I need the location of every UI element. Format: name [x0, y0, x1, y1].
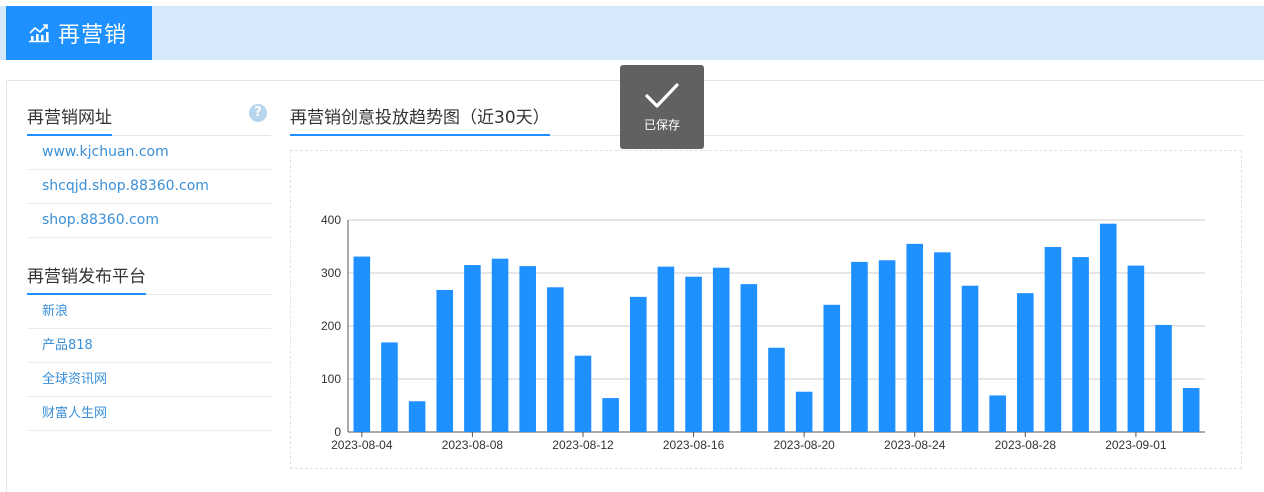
bar: [602, 398, 619, 432]
bar: [657, 266, 675, 432]
x-tick-label: 2023-08-16: [663, 438, 725, 452]
url-link[interactable]: shop.88360.com: [27, 204, 271, 237]
bar: [519, 266, 536, 432]
chart-title: 再营销创意投放趋势图（近30天）: [290, 103, 550, 136]
sidebar: 再营销网址 ? www.kjchuan.com shcqjd.shop.8836…: [27, 99, 271, 431]
bar: [795, 391, 813, 432]
bar: [1155, 324, 1172, 432]
x-tick-label: 2023-09-01: [1105, 438, 1167, 452]
bar: [934, 252, 951, 432]
list-item: 全球资讯网: [27, 363, 271, 397]
list-item: www.kjchuan.com: [27, 136, 271, 170]
bar: [353, 256, 371, 432]
bar: [878, 260, 896, 432]
platform-link[interactable]: 财富人生网: [27, 397, 271, 430]
bar: [1017, 293, 1034, 432]
toast-message: 已保存: [643, 118, 680, 132]
saved-toast: 已保存: [620, 65, 704, 149]
bar: [768, 347, 785, 432]
chart-header: 再营销创意投放趋势图（近30天）: [290, 99, 1243, 136]
url-section-title: 再营销网址: [27, 103, 112, 136]
bar: [740, 284, 758, 432]
platform-link[interactable]: 新浪: [27, 295, 271, 328]
bar: [547, 287, 564, 432]
help-icon[interactable]: ?: [249, 104, 267, 122]
chart-section: 再营销创意投放趋势图（近30天） 0 100 200 300 400 2023-08-04…: [290, 99, 1243, 469]
bar: [574, 355, 592, 432]
bar-chart: 0 100 200 300 400 2023-08-04 2023-08-08 2023-08…: [321, 213, 1205, 452]
app-title: 再营销: [58, 23, 128, 48]
y-tick-label: 300: [321, 266, 341, 280]
bar: [712, 267, 730, 432]
chart-icon: [29, 24, 49, 43]
bar: [1099, 223, 1117, 432]
check-icon: [645, 83, 679, 108]
bar: [1072, 257, 1089, 432]
url-link[interactable]: www.kjchuan.com: [27, 136, 271, 169]
x-tick-label: 2023-08-04: [331, 438, 393, 452]
url-section-header: 再营销网址 ?: [27, 99, 271, 136]
bar: [1127, 265, 1145, 432]
bar: [464, 265, 481, 432]
header-band: [0, 6, 1264, 60]
y-tick-label: 0: [334, 425, 341, 439]
y-tick-label: 100: [321, 372, 341, 386]
platform-section-title: 再营销发布平台: [27, 262, 146, 295]
bar: [1182, 388, 1200, 432]
url-link[interactable]: shcqjd.shop.88360.com: [27, 170, 271, 203]
y-tick-label: 400: [321, 213, 341, 227]
x-tick-label: 2023-08-12: [552, 438, 614, 452]
list-item: 财富人生网: [27, 397, 271, 431]
bar: [1044, 247, 1062, 432]
bar: [906, 243, 924, 432]
url-list: www.kjchuan.com shcqjd.shop.88360.com sh…: [27, 136, 271, 238]
x-tick-label: 2023-08-08: [442, 438, 504, 452]
bar: [436, 289, 454, 432]
bar: [491, 258, 509, 432]
bar: [851, 261, 868, 432]
y-tick-label: 200: [321, 319, 341, 333]
platform-section-header: 再营销发布平台: [27, 258, 271, 295]
bar: [823, 304, 841, 432]
chart-container: 0 100 200 300 400 2023-08-04 2023-08-08 2023-08…: [290, 150, 1242, 469]
bar: [989, 395, 1006, 432]
x-tick-label: 2023-08-24: [884, 438, 946, 452]
list-item: 新浪: [27, 295, 271, 329]
platform-list: 新浪 产品818 全球资讯网 财富人生网: [27, 295, 271, 431]
list-item: shop.88360.com: [27, 204, 271, 238]
platform-link[interactable]: 产品818: [27, 329, 271, 362]
bar: [961, 285, 979, 432]
x-tick-label: 2023-08-28: [995, 438, 1057, 452]
app-header: 再营销: [6, 6, 152, 60]
x-tick-label: 2023-08-20: [773, 438, 835, 452]
platform-link[interactable]: 全球资讯网: [27, 363, 271, 396]
bar: [629, 296, 647, 432]
list-item: 产品818: [27, 329, 271, 363]
bar: [408, 401, 426, 432]
bar: [381, 342, 398, 432]
list-item: shcqjd.shop.88360.com: [27, 170, 271, 204]
bar: [685, 276, 702, 432]
